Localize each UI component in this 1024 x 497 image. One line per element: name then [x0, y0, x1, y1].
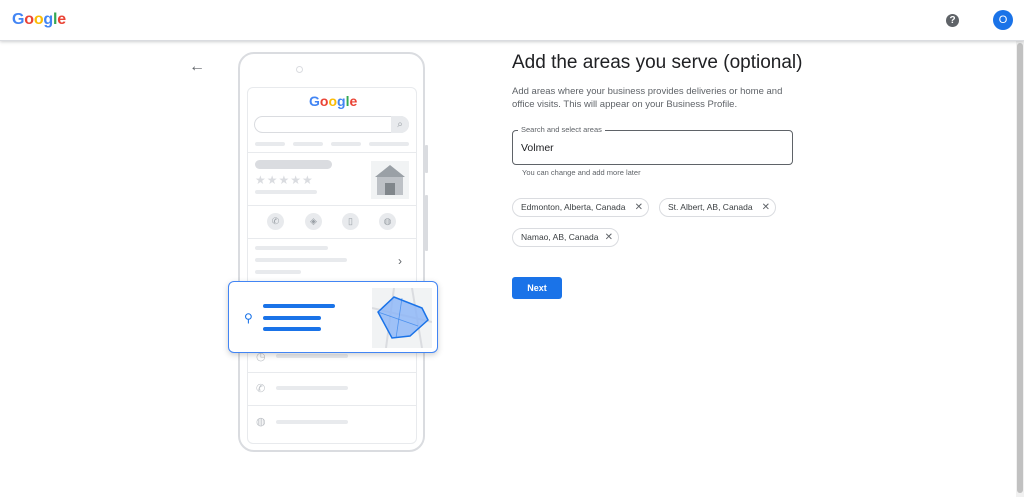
logo-letter: e — [57, 11, 66, 28]
help-icon[interactable]: ? — [946, 14, 959, 27]
phone-placeholder-line — [331, 142, 361, 146]
phone-divider — [248, 405, 416, 406]
avatar[interactable]: O — [993, 10, 1013, 30]
phone-divider — [248, 152, 416, 153]
phone-google-logo: Google — [309, 93, 357, 109]
phone-save-icon: ▯ — [342, 213, 359, 230]
phone-divider — [248, 372, 416, 373]
area-chip-namao[interactable]: Namao, AB, Canada ✕ — [512, 228, 619, 247]
chevron-right-icon: › — [398, 254, 402, 268]
google-logo[interactable]: Google — [12, 11, 66, 29]
logo-letter: e — [349, 93, 358, 109]
phone-call-icon: ✆ — [267, 213, 284, 230]
search-areas-label: Search and select areas — [518, 125, 605, 134]
phone-search-icon: ⌕ — [391, 116, 409, 133]
logo-letter: G — [309, 93, 320, 109]
phone-divider — [248, 205, 416, 206]
phone-placeholder-line — [255, 160, 332, 169]
phone-placeholder-line — [255, 270, 301, 274]
phone-side-button — [425, 195, 428, 251]
area-chip-label: Namao, AB, Canada — [521, 232, 599, 242]
phone-placeholder-line — [276, 354, 348, 358]
phone-camera — [296, 66, 303, 73]
phone-placeholder-line — [255, 190, 317, 194]
phone-directions-icon: ◈ — [305, 213, 322, 230]
phone-rating-stars: ★★★★★ — [255, 173, 314, 187]
service-area-card-illustration: ⚲ — [228, 281, 438, 353]
phone-placeholder-line — [255, 142, 285, 146]
scrollbar-thumb[interactable] — [1017, 43, 1023, 493]
location-pin-icon: ⚲ — [244, 311, 253, 325]
card-line — [263, 316, 321, 320]
phone-divider — [248, 238, 416, 239]
scrollbar[interactable] — [1016, 41, 1024, 497]
card-line — [263, 304, 335, 308]
top-bar: Google ? O — [0, 0, 1024, 41]
phone-call-icon: ✆ — [256, 383, 266, 395]
phone-placeholder-line — [276, 420, 348, 424]
helper-text: You can change and add more later — [522, 168, 641, 177]
phone-search-bar — [254, 116, 409, 133]
remove-chip-icon[interactable]: ✕ — [605, 229, 613, 246]
service-area-map-icon — [372, 288, 432, 348]
phone-placeholder-line — [255, 246, 328, 250]
page-description: Add areas where your business provides d… — [512, 86, 783, 110]
back-arrow-icon[interactable]: ← — [188, 58, 206, 76]
logo-letter: g — [43, 11, 53, 28]
storefront-icon — [371, 161, 409, 199]
remove-chip-icon[interactable]: ✕ — [635, 199, 643, 216]
logo-letter: G — [12, 11, 25, 28]
logo-letter: o — [33, 11, 44, 28]
card-line — [263, 327, 321, 331]
area-chip-label: St. Albert, AB, Canada — [668, 202, 753, 212]
area-chip-st-albert[interactable]: St. Albert, AB, Canada ✕ — [659, 198, 776, 217]
search-areas-input[interactable] — [521, 141, 781, 155]
logo-letter: o — [328, 93, 338, 109]
phone-screen — [247, 87, 417, 444]
area-chip-label: Edmonton, Alberta, Canada — [521, 202, 626, 212]
logo-letter: g — [337, 93, 346, 109]
next-button[interactable]: Next — [512, 277, 562, 299]
area-chip-edmonton[interactable]: Edmonton, Alberta, Canada ✕ — [512, 198, 649, 217]
phone-globe-icon: ◍ — [256, 416, 266, 428]
logo-letter: o — [24, 11, 34, 28]
phone-placeholder-line — [255, 258, 347, 262]
phone-website-icon: ◍ — [379, 213, 396, 230]
phone-placeholder-line — [369, 142, 409, 146]
remove-chip-icon[interactable]: ✕ — [762, 199, 770, 216]
phone-placeholder-line — [276, 386, 348, 390]
page-title: Add the areas you serve (optional) — [512, 52, 803, 73]
phone-side-button — [425, 145, 428, 173]
phone-placeholder-line — [293, 142, 323, 146]
